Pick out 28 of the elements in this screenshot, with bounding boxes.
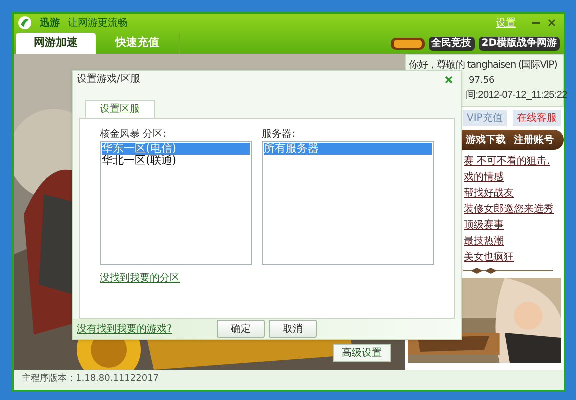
server-label: 服务器: [262,128,297,141]
account-greeting: 你好，尊敬的 tanghaisen (国际VIP) [409,58,558,73]
dialog-title: 设置游戏/区服 [77,72,140,87]
status-bar-version: 主程序版本：1.18.80.11122017 [22,373,160,386]
promo-badge[interactable]: 2D横版战争网游 [478,37,560,51]
news-link[interactable]: 戏的情感 [464,172,564,184]
zone-missing-link[interactable]: 没找到我要的分区 [100,271,180,286]
account-button[interactable]: 在线客服 [512,110,561,126]
game-missing-link[interactable]: 没有找到我要的游戏? [77,322,217,336]
news-link[interactable]: 帮找好战友 [464,188,564,200]
app-slogan: 让网游更流畅 [68,16,128,30]
news-link[interactable]: 最技热潮 [464,236,564,248]
main-tab[interactable]: 网游加速 [16,33,96,54]
dialog-tab[interactable]: 设置区服 [85,100,155,118]
zone-label: 核金风暴 分区: [100,128,168,141]
news-link[interactable]: 顶级赛事 [464,220,564,232]
zone-item[interactable]: 华北一区(联通) [102,155,250,167]
promo-badge[interactable]: 全民竞技 [428,37,475,51]
action-link[interactable]: 注册账号 [514,132,554,148]
advanced-settings-button[interactable]: 高级设置 [333,344,391,362]
dialog-button[interactable]: 取消 [269,320,317,338]
news-link[interactable]: 装修女郎邀您来选秀 [464,204,564,216]
action-link[interactable]: 游戏下载 [466,132,506,148]
news-link[interactable]: 美女也疯狂 [464,252,564,264]
account-balance: 97.56 [469,75,495,88]
news-link[interactable]: 赛 不可不看的狙击. [464,156,564,168]
dialog-button[interactable]: 确定 [217,320,265,338]
app-brand: 迅游 [40,16,60,30]
